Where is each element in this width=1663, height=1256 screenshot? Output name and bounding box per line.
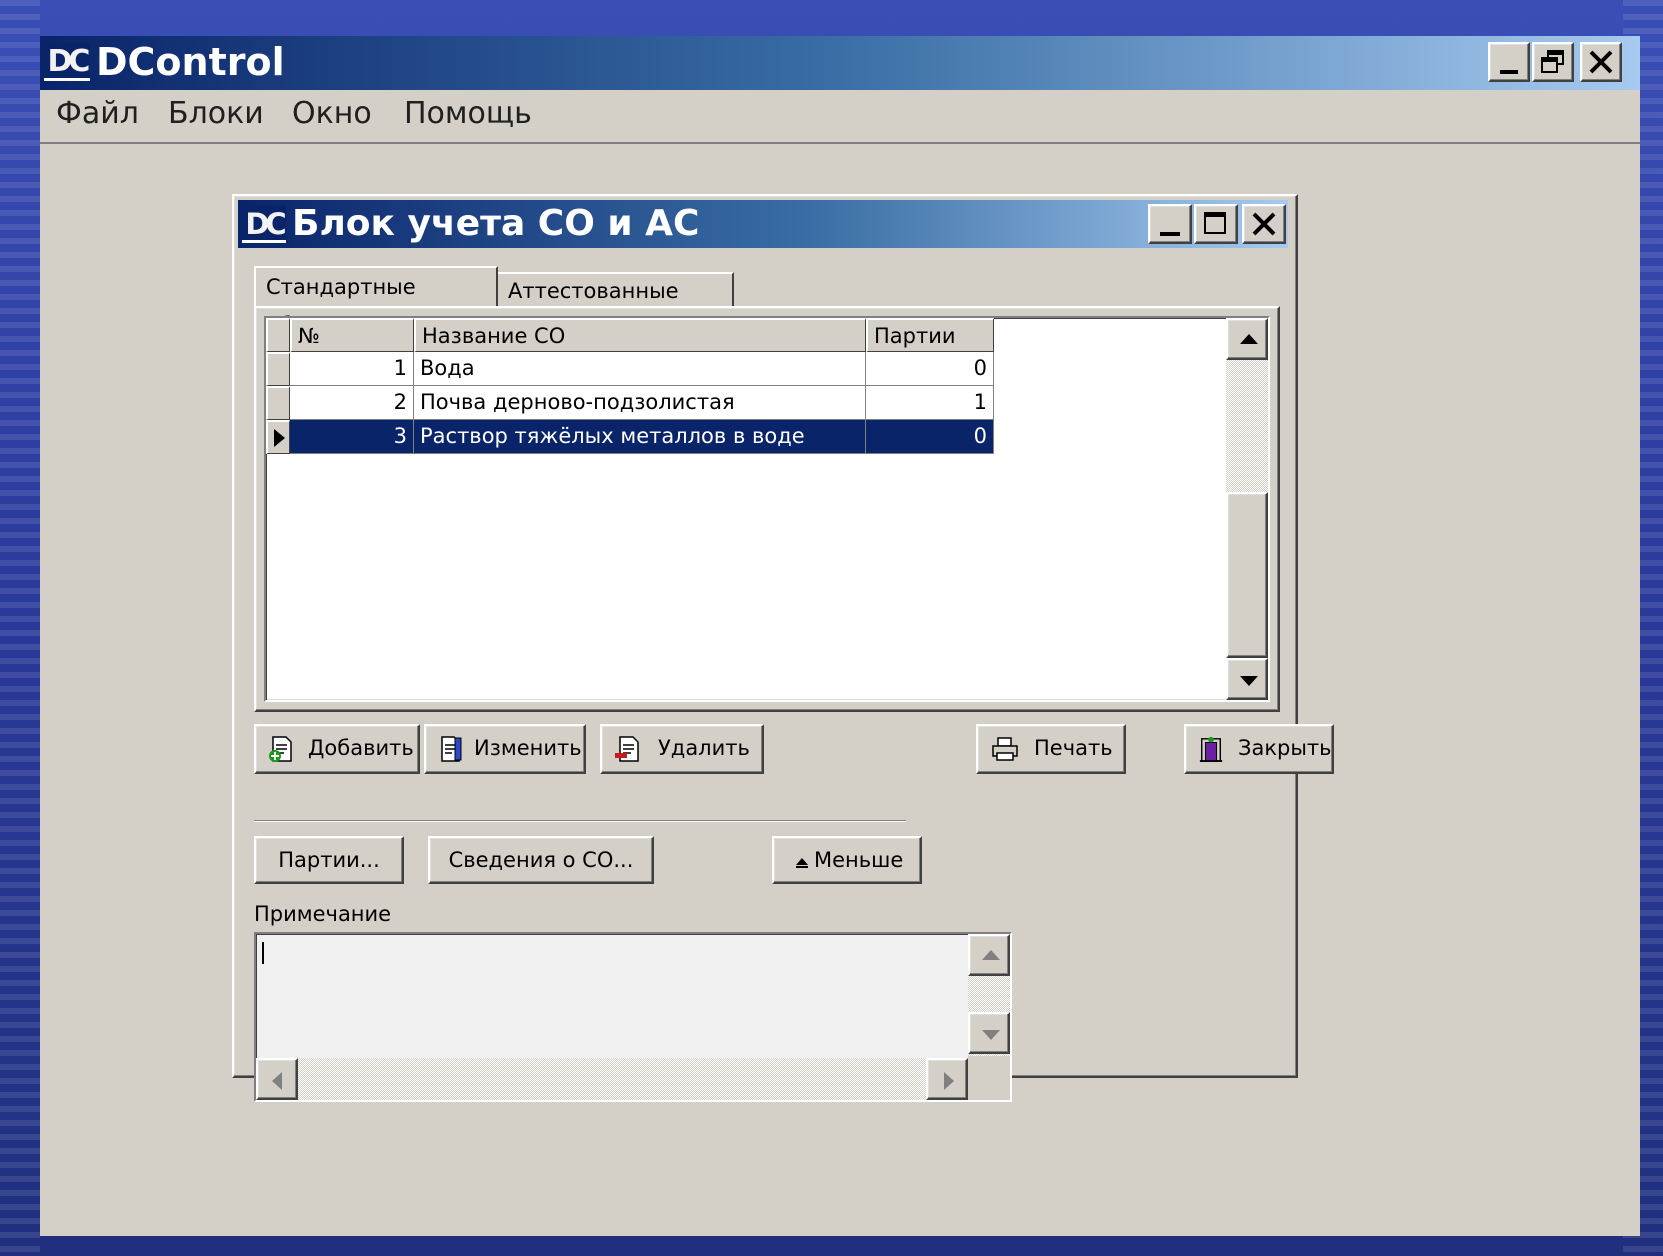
scroll-down-button[interactable] (1226, 658, 1268, 700)
close-icon (1252, 212, 1276, 236)
table-row-parties[interactable]: 0 (866, 352, 994, 386)
current-row-arrow-icon (274, 429, 285, 447)
table-row-parties[interactable]: 1 (866, 386, 994, 420)
arrow-down-icon (1240, 676, 1258, 686)
table-row-name[interactable]: Вода (414, 352, 866, 386)
memo-scroll-right-button[interactable] (926, 1058, 968, 1100)
less-button-label: Меньше (814, 848, 904, 872)
samples-grid[interactable]: № Название СО Партии 1 Вода 0 2 Почва де… (264, 316, 1270, 702)
close-button[interactable]: Закрыть (1184, 724, 1334, 774)
parties-button[interactable]: Партии... (254, 836, 404, 884)
minimize-icon (1500, 70, 1518, 74)
menu-bar: Файл Блоки Окно Помощь (40, 90, 1640, 144)
table-row-name[interactable]: Почва дерново-подзолистая (414, 386, 866, 420)
text-caret (262, 942, 264, 964)
printer-icon (992, 737, 1018, 761)
add-button[interactable]: Добавить (254, 724, 420, 774)
minimize-button[interactable] (1488, 42, 1530, 82)
block-minimize-button[interactable] (1148, 204, 1192, 244)
print-button-label: Печать (1034, 736, 1113, 760)
close-icon (1589, 50, 1613, 74)
slide-background-left (0, 0, 40, 1256)
collapse-up-icon (796, 858, 808, 865)
tab-certified-mixtures[interactable]: Аттестованные смеси (498, 272, 734, 337)
exit-door-icon (1199, 736, 1223, 762)
table-row-num[interactable]: 3 (290, 420, 414, 454)
table-row-num[interactable]: 1 (290, 352, 414, 386)
grid-header-num[interactable]: № (290, 318, 414, 352)
grid-vertical-scrollbar[interactable] (1226, 318, 1268, 700)
arrow-down-icon (982, 1030, 1000, 1040)
parties-button-label: Партии... (278, 848, 380, 872)
memo-scroll-up-button[interactable] (968, 934, 1010, 976)
arrow-up-icon (982, 950, 1000, 960)
row-indicator[interactable] (266, 352, 290, 386)
delete-button-label: Удалить (658, 736, 750, 760)
arrow-right-icon (944, 1072, 954, 1090)
app-logo-icon: DC (44, 43, 90, 81)
arrow-left-icon (272, 1072, 282, 1090)
edit-document-icon (441, 736, 462, 762)
block-window-title-bar[interactable]: DC Блок учета СО и АС (238, 200, 1288, 248)
row-indicator[interactable] (266, 386, 290, 420)
block-window: DC Блок учета СО и АС Стандартные образц… (232, 194, 1334, 1102)
arrow-up-icon (1240, 334, 1258, 344)
delete-button[interactable]: Удалить (600, 724, 764, 774)
block-logo-icon: DC (242, 205, 287, 243)
close-window-button[interactable] (1580, 42, 1622, 82)
table-row-num[interactable]: 2 (290, 386, 414, 420)
scroll-up-button[interactable] (1226, 318, 1268, 360)
restore-icon (1541, 50, 1564, 73)
memo-vertical-scrollbar[interactable] (968, 934, 1010, 1056)
tab-standard-samples[interactable]: Стандартные образцы (254, 266, 498, 337)
note-memo[interactable] (254, 932, 1012, 1102)
close-button-label: Закрыть (1238, 736, 1332, 760)
main-title-bar[interactable]: DC DControl (40, 36, 1640, 90)
table-row-parties[interactable]: 0 (866, 420, 994, 454)
grid-indicator-header (266, 318, 290, 352)
edit-button-label: Изменить (474, 736, 582, 760)
separator (254, 820, 906, 822)
restore-button[interactable] (1532, 42, 1574, 82)
block-maximize-button[interactable] (1194, 204, 1238, 244)
scroll-thumb[interactable] (1226, 492, 1268, 658)
grid-header-parties[interactable]: Партии (866, 318, 994, 352)
block-window-title: Блок учета СО и АС (292, 203, 700, 244)
note-label: Примечание (254, 902, 392, 926)
collapse-up-icon-bar (796, 866, 808, 868)
app-title: DControl (96, 40, 285, 84)
delete-document-icon (615, 736, 639, 762)
memo-scroll-down-button[interactable] (968, 1012, 1010, 1054)
menu-blocks[interactable]: Блоки (168, 96, 264, 131)
memo-horizontal-scrollbar[interactable] (256, 1058, 968, 1100)
menu-window[interactable]: Окно (292, 96, 372, 131)
print-button[interactable]: Печать (976, 724, 1126, 774)
maximize-icon (1204, 212, 1226, 234)
add-document-icon (269, 736, 292, 762)
sample-info-button-label: Сведения о СО... (448, 848, 634, 872)
block-close-button[interactable] (1242, 204, 1286, 244)
edit-button[interactable]: Изменить (424, 724, 586, 774)
grid-header-name[interactable]: Название СО (414, 318, 866, 352)
add-button-label: Добавить (308, 736, 414, 760)
sample-info-button[interactable]: Сведения о СО... (428, 836, 654, 884)
menu-file[interactable]: Файл (56, 96, 139, 131)
main-window: DC DControl Файл Блоки Окно Помощь DC Бл… (40, 36, 1640, 1236)
less-button[interactable]: Меньше (772, 836, 922, 884)
row-indicator-current[interactable] (266, 420, 290, 454)
table-row-name[interactable]: Раствор тяжёлых металлов в воде (414, 420, 866, 454)
minimize-icon (1160, 232, 1180, 236)
menu-help[interactable]: Помощь (404, 96, 532, 131)
memo-scroll-corner (968, 1056, 1010, 1100)
memo-scroll-left-button[interactable] (256, 1058, 298, 1100)
